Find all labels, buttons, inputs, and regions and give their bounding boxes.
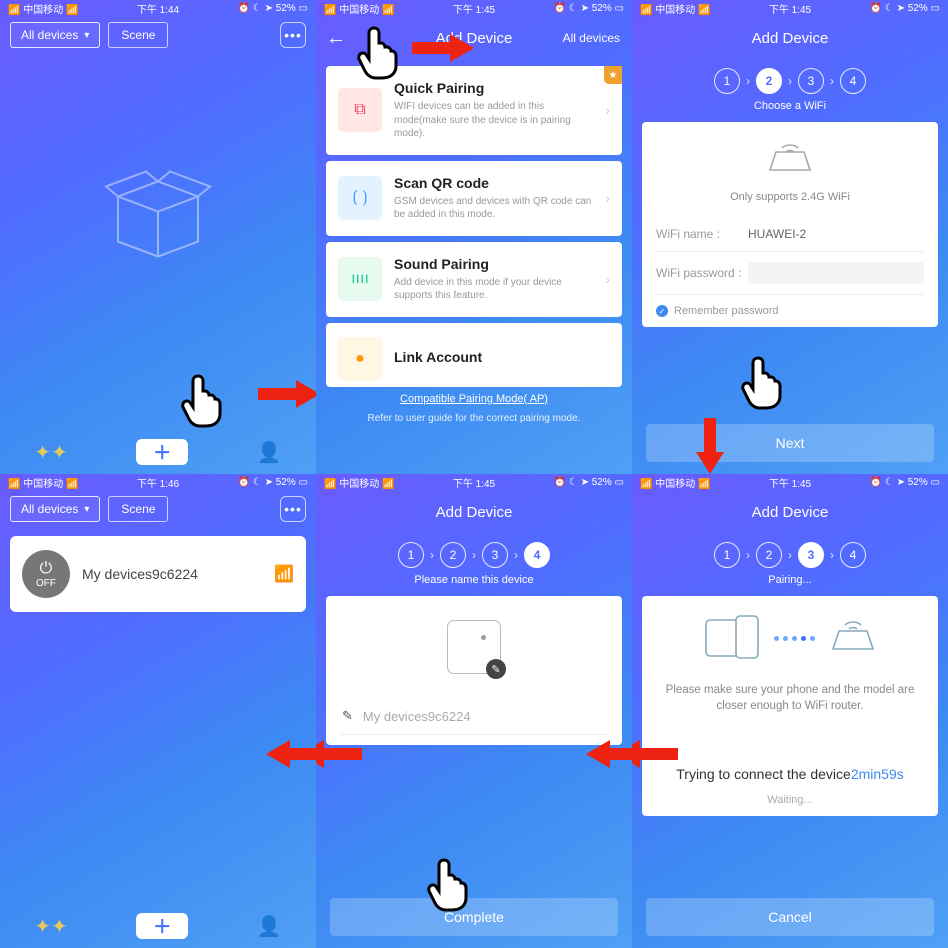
- power-off-icon[interactable]: ⏻OFF: [22, 550, 70, 598]
- wifi-icon: 📶: [274, 564, 294, 584]
- pointer-hand-icon: [740, 352, 788, 410]
- all-devices-dropdown[interactable]: All devices▾: [10, 22, 100, 48]
- page-title: Add Device: [752, 30, 829, 47]
- step-indicator: 1› 2› 3› 4: [316, 542, 632, 568]
- status-bar: 📶 中国移动 📶 下午 1:45 ⏰ ☾ ➤ 52% ▭: [316, 0, 632, 16]
- status-bar: 📶 中国移动 📶 下午 1:45 ⏰ ☾ ➤ 52% ▭: [632, 0, 948, 16]
- red-arrow-left-icon: [586, 740, 632, 768]
- red-arrow-right-icon: [258, 380, 316, 408]
- red-arrow-left-icon: [632, 740, 678, 768]
- screen-add-device-list: 📶 中国移动 📶 下午 1:45 ⏰ ☾ ➤ 52% ▭ ← Add Devic…: [316, 0, 632, 474]
- step-indicator: 1› 2› 3› 4: [632, 542, 948, 568]
- more-button[interactable]: •••: [280, 496, 306, 522]
- router-icon: [827, 617, 879, 657]
- pairing-card: Please make sure your phone and the mode…: [642, 596, 938, 816]
- complete-button[interactable]: Complete: [330, 898, 618, 936]
- profile-tab-icon[interactable]: 👤: [257, 914, 282, 939]
- devices-tab-icon[interactable]: ✦✦: [34, 914, 68, 939]
- name-device-card: ✎ ✎ My devices9c6224: [326, 596, 622, 745]
- page-title: Add Device: [436, 504, 513, 521]
- red-arrow-left-icon: [266, 740, 316, 768]
- screen-name-device: 📶 中国移动 📶 下午 1:45 ⏰ ☾ ➤ 52% ▭ Add Device …: [316, 474, 632, 948]
- pointer-hand-icon: [426, 854, 474, 912]
- pointer-hand-icon: [356, 22, 404, 80]
- red-arrow-left-icon: [316, 740, 362, 768]
- phone-device-icon: [702, 614, 762, 660]
- wifi-name-value[interactable]: HUAWEI-2: [748, 227, 806, 241]
- status-bar: 📶 中国移动 📶 下午 1:46 ⏰ ☾ ➤ 52% ▭: [0, 474, 316, 490]
- add-tab-button[interactable]: ＋: [136, 439, 188, 465]
- step-label: Please name this device: [316, 574, 632, 586]
- remember-checkbox[interactable]: ✓Remember password: [656, 305, 924, 317]
- status-bar: 📶 中国移动 📶 下午 1:45 ⏰ ☾ ➤ 52% ▭: [316, 474, 632, 490]
- profile-tab-icon[interactable]: 👤: [257, 440, 282, 465]
- step-label: Pairing...: [632, 574, 948, 586]
- tab-bar: ✦✦ ＋ 👤: [0, 430, 316, 474]
- scan-qr-card[interactable]: ⟮ ⟯ Scan QR codeGSM devices and devices …: [326, 161, 622, 236]
- screen-home-empty: 📶 中国移动 📶 下午 1:44 ⏰ ☾ ➤ 52% ▭ All devices…: [0, 0, 316, 474]
- scene-button[interactable]: Scene: [108, 22, 168, 48]
- screen-home-device: 📶 中国移动 📶 下午 1:46 ⏰ ☾ ➤ 52% ▭ All devices…: [0, 474, 316, 948]
- screen-pairing: 📶 中国移动 📶 下午 1:45 ⏰ ☾ ➤ 52% ▭ Add Device …: [632, 474, 948, 948]
- step-label: Choose a WiFi: [632, 100, 948, 112]
- tab-bar: ✦✦ ＋ 👤: [0, 904, 316, 948]
- all-devices-link[interactable]: All devices: [563, 31, 620, 45]
- next-button[interactable]: Next: [646, 424, 934, 462]
- chevron-right-icon: ›: [605, 102, 610, 118]
- status-bar: 📶 中国移动 📶 下午 1:44 ⏰ ☾ ➤ 52% ▭: [0, 0, 316, 16]
- back-button[interactable]: ←: [326, 27, 346, 50]
- add-tab-button[interactable]: ＋: [136, 913, 188, 939]
- status-bar: 📶 中国移动 📶 下午 1:45 ⏰ ☾ ➤ 52% ▭: [632, 474, 948, 490]
- all-devices-dropdown[interactable]: All devices▾: [10, 496, 100, 522]
- more-button[interactable]: •••: [280, 22, 306, 48]
- empty-box-illustration: [98, 151, 218, 266]
- pointer-hand-icon: [180, 370, 228, 428]
- wifi-password-input[interactable]: [748, 262, 924, 284]
- router-icon: [762, 138, 818, 178]
- device-card[interactable]: ⏻OFF My devices9c6224 📶: [10, 536, 306, 612]
- red-arrow-down-icon: [696, 418, 724, 474]
- scene-button[interactable]: Scene: [108, 496, 168, 522]
- page-title: Add Device: [752, 504, 829, 521]
- device-name-input[interactable]: My devices9c6224: [363, 709, 471, 724]
- star-badge-icon: ★: [604, 66, 622, 84]
- wifi-form: Only supports 2.4G WiFi WiFi name :HUAWE…: [642, 122, 938, 327]
- chevron-down-icon: ▾: [84, 30, 89, 41]
- red-arrow-right-icon: [412, 34, 474, 62]
- countdown-timer: 2min59s: [851, 766, 904, 782]
- connecting-dots-icon: [772, 630, 817, 644]
- step-indicator: 1› 2› 3› 4: [632, 68, 948, 94]
- screen-choose-wifi: 📶 中国移动 📶 下午 1:45 ⏰ ☾ ➤ 52% ▭ Add Device …: [632, 0, 948, 474]
- device-name: My devices9c6224: [82, 566, 262, 582]
- edit-icon[interactable]: ✎: [486, 659, 506, 679]
- cancel-button[interactable]: Cancel: [646, 898, 934, 936]
- link-account-card[interactable]: ● Link Account: [326, 323, 622, 387]
- compatible-mode-link[interactable]: Compatible Pairing Mode( AP): [316, 393, 632, 405]
- devices-tab-icon[interactable]: ✦✦: [34, 440, 68, 465]
- sound-pairing-card[interactable]: ıııı Sound PairingAdd device in this mod…: [326, 242, 622, 317]
- device-icon: ✎: [447, 620, 501, 674]
- hint-text: Refer to user guide for the correct pair…: [316, 413, 632, 424]
